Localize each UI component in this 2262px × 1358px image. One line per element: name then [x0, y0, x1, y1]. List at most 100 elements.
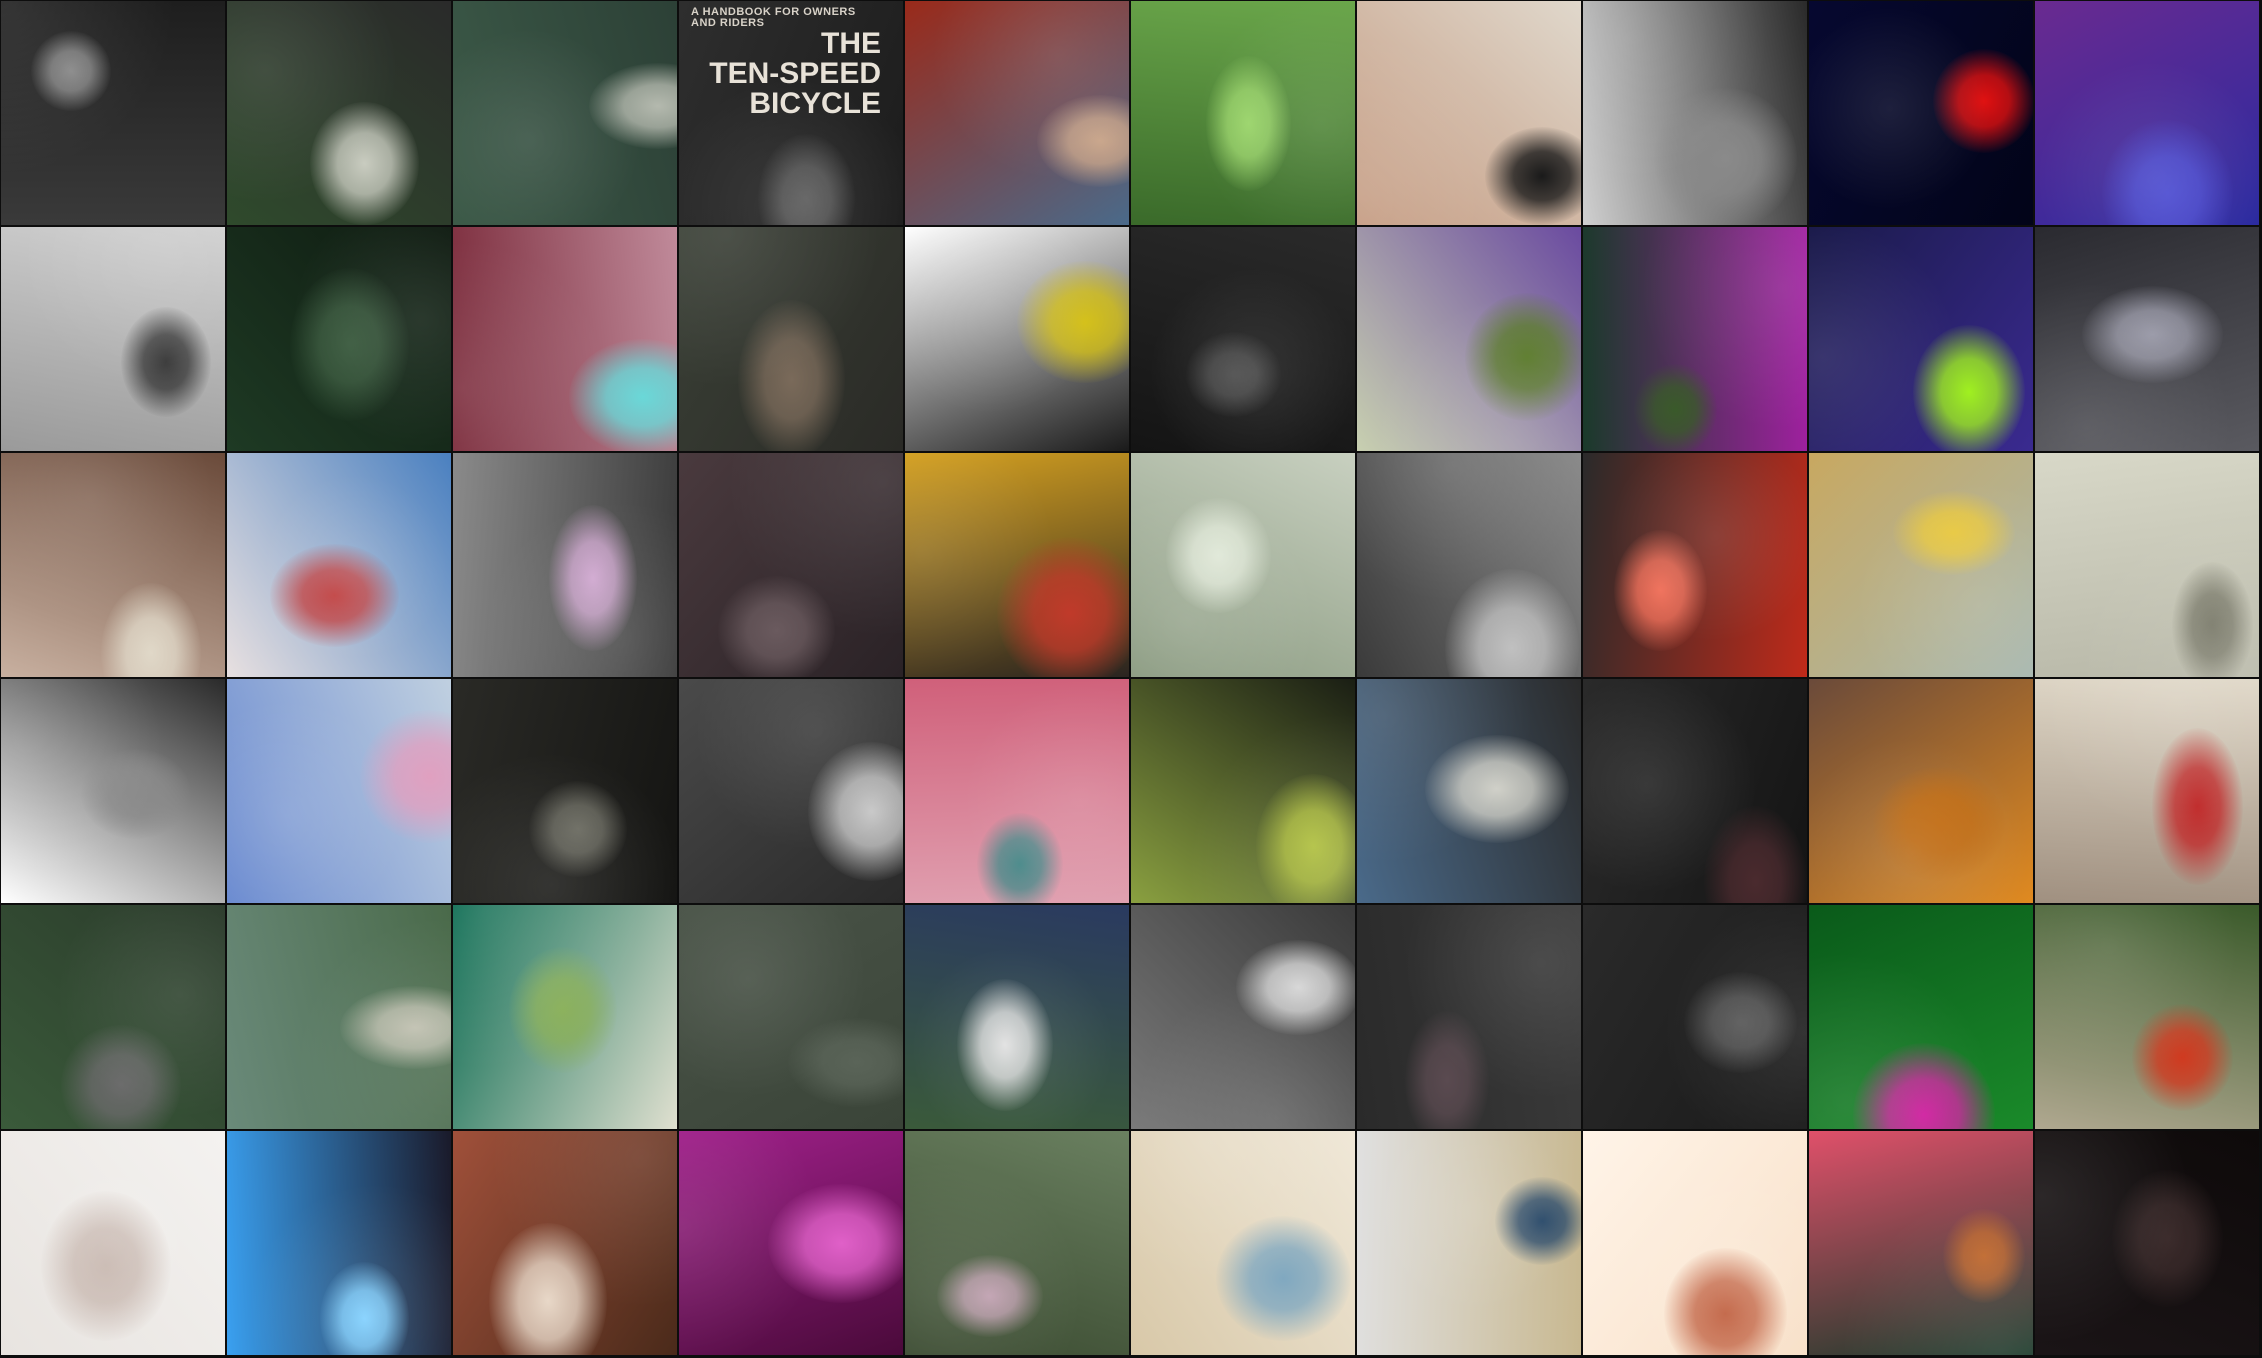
tile-subject-shape [2112, 1170, 2223, 1307]
mosaic-tile [905, 227, 1129, 451]
mosaic-tile [1, 1131, 225, 1355]
mosaic-tile [1, 1, 225, 225]
tile-shading [2035, 453, 2259, 677]
tile-shading [1583, 1, 1807, 225]
tile-shading [905, 905, 1129, 1129]
tile-subject-shape [121, 307, 211, 417]
tile-shading [1, 1131, 225, 1355]
tile-subject-shape [1206, 56, 1291, 191]
tile-subject-shape [1236, 940, 1355, 1035]
tile-shading [1, 1, 225, 225]
tile-shading [2035, 1131, 2259, 1355]
tile-subject-shape [589, 63, 677, 149]
tile-shading [227, 905, 451, 1129]
mosaic-tile [2035, 905, 2259, 1129]
tile-subject-shape [1893, 491, 2015, 575]
mosaic-tile [679, 905, 903, 1129]
tile-shading [227, 679, 451, 903]
mosaic-tile [453, 905, 677, 1129]
image-mosaic: A HANDBOOK FOR OWNERS AND RIDERS THE TEN-S… [0, 0, 2262, 1358]
tile-shading [453, 227, 677, 451]
mosaic-tile [1, 905, 225, 1129]
mosaic-tile [2035, 1, 2259, 225]
tile-subject-shape [1634, 364, 1717, 451]
mosaic-tile [1131, 905, 1355, 1129]
tile-shading [1131, 679, 1355, 903]
tile-subject-shape [1216, 1216, 1351, 1341]
tile-subject-shape [1704, 806, 1807, 903]
mosaic-tile [1357, 1, 1581, 225]
mosaic-tile [1, 227, 225, 451]
mosaic-tile [679, 679, 903, 903]
tile-subject-shape [41, 1191, 171, 1341]
mosaic-tile [679, 1131, 903, 1355]
tile-subject-shape [1684, 972, 1797, 1073]
tile-shading [1809, 679, 2033, 903]
mosaic-tile [1357, 227, 1581, 451]
tile-shading [1, 227, 225, 451]
tile-shading [1357, 905, 1581, 1129]
mosaic-tile [1357, 1131, 1581, 1355]
mosaic-tile [227, 1131, 451, 1355]
tile-subject-shape [1465, 293, 1581, 421]
tile-subject-shape [61, 1025, 181, 1129]
tile-subject-shape [1166, 498, 1271, 613]
tile-shading [1, 905, 225, 1129]
mosaic-tile [1357, 453, 1581, 677]
mosaic-tile [1583, 1131, 1807, 1355]
mosaic-tile [1583, 453, 1807, 677]
mosaic-tile [227, 453, 451, 677]
book-cover-title-line: BICYCLE [749, 87, 881, 120]
tile-subject-shape [529, 781, 627, 877]
tile-subject-shape [1664, 1248, 1787, 1355]
tile-subject-shape [1873, 767, 2005, 881]
mosaic-tile [453, 227, 677, 451]
tile-subject-shape [788, 1018, 903, 1107]
tile-subject-shape [320, 1262, 409, 1355]
tile-shading [453, 1, 677, 225]
tile-shading [679, 905, 903, 1129]
tile-subject-shape [808, 742, 903, 881]
tile-shading [1809, 227, 2033, 451]
tile-subject-shape [758, 134, 855, 225]
mosaic-tile [1131, 453, 1355, 677]
tile-subject-shape [1913, 325, 2025, 451]
tile-shading [2035, 227, 2259, 451]
mosaic-tile [679, 227, 903, 451]
mosaic-tile [905, 679, 1129, 903]
tile-subject-shape [1614, 530, 1707, 651]
tile-subject-shape [1017, 261, 1129, 383]
mosaic-tile [2035, 1131, 2259, 1355]
tile-shading [1131, 453, 1355, 677]
tile-shading [227, 453, 451, 677]
tile-subject-shape [1933, 49, 2033, 153]
tile-shading [1809, 905, 2033, 1129]
tile-subject-shape [31, 31, 111, 111]
tile-shading [1583, 453, 1807, 677]
mosaic-tile [453, 1131, 677, 1355]
tile-subject-shape [1495, 1177, 1581, 1265]
tile-subject-shape [2172, 562, 2253, 677]
tile-shading [679, 1131, 903, 1355]
mosaic-tile [1583, 1, 1807, 225]
tile-shading [1131, 1131, 1355, 1355]
mosaic-tile [1809, 1131, 2033, 1355]
mosaic-tile [905, 1, 1129, 225]
tile-shading [1809, 1, 2033, 225]
tile-subject-shape [1037, 95, 1129, 187]
tile-subject-shape [549, 505, 637, 651]
mosaic-tile [1809, 679, 2033, 903]
mosaic-tile [1583, 679, 1807, 903]
tile-subject-shape [2152, 728, 2243, 885]
tile-shading [905, 453, 1129, 677]
tile-shading [1357, 1, 1581, 225]
tile-subject-shape [81, 749, 191, 839]
tile-shading [905, 679, 1129, 903]
mosaic-tile [2035, 679, 2259, 903]
tile-subject-shape [569, 339, 677, 451]
tile-shading [679, 453, 903, 677]
tile-shading [1583, 905, 1807, 1129]
tile-subject-shape [738, 300, 845, 451]
tile-subject-shape [101, 583, 201, 677]
mosaic-tile [679, 453, 903, 677]
